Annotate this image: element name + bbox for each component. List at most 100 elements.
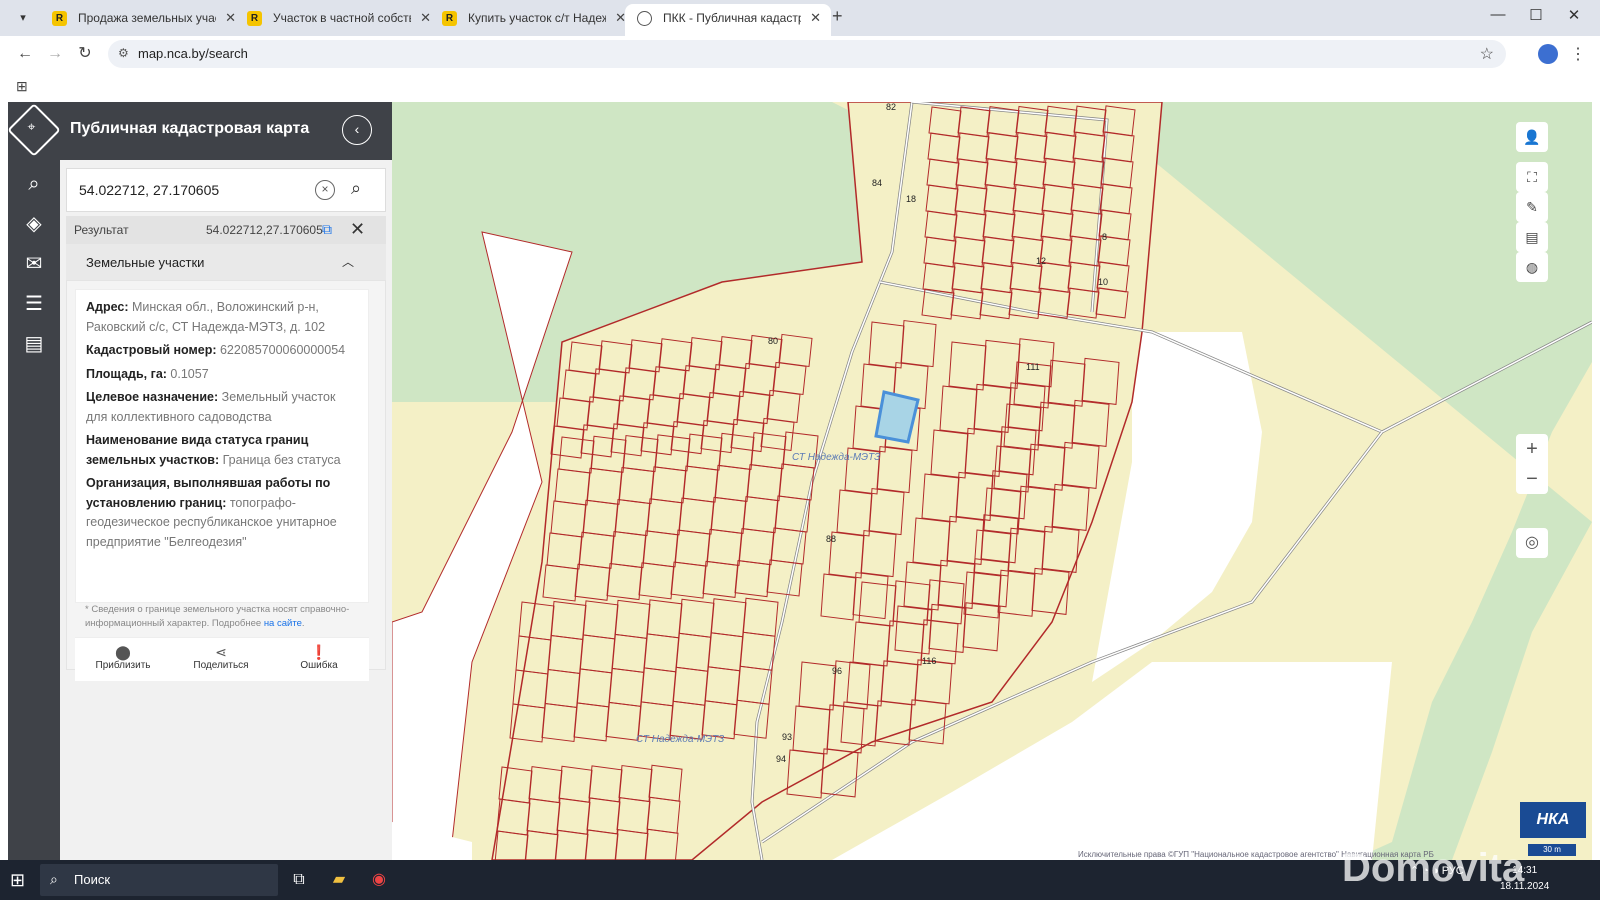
tab-title: Участок в частной собственно: [273, 11, 411, 25]
browser-toolbar: ← → ↻ ⚙ map.nca.by/search ☆: [0, 36, 1600, 72]
report-error-button[interactable]: ❗ Ошибка: [279, 644, 359, 671]
lot-number: 82: [886, 102, 896, 112]
copy-icon[interactable]: ⧉: [322, 221, 332, 238]
window-close-icon[interactable]: ✕: [1564, 6, 1584, 24]
taskbar-search-label: Поиск: [74, 872, 111, 887]
clear-icon[interactable]: ×: [315, 180, 335, 200]
zoom-to-button[interactable]: ⬤ Приблизить: [83, 644, 163, 671]
mail-icon[interactable]: ✉: [20, 250, 48, 278]
user-icon[interactable]: 👤: [1516, 122, 1548, 152]
property-area: Площадь, га: 0.1057: [86, 365, 358, 385]
tab-title: Продажа земельных участков: [78, 11, 216, 25]
taskbar-search[interactable]: ⌕ Поиск: [40, 864, 278, 896]
alert-icon: ❗: [310, 644, 328, 660]
close-icon[interactable]: ✕: [350, 219, 365, 240]
lot-number: 88: [826, 534, 836, 544]
cadastral-map[interactable]: СТ Надежда-МЭТЗ СТ Надежда-МЭТЗ 82 84 18 8 1…: [392, 102, 1592, 860]
side-panel: Публичная кадастровая карта ‹ × ⌕ Резуль…: [60, 102, 392, 860]
globe-icon: [637, 11, 652, 26]
address-bar[interactable]: ⚙ map.nca.by/search ☆: [108, 40, 1506, 68]
lot-number: 84: [872, 178, 882, 188]
minimize-icon[interactable]: —: [1488, 6, 1508, 23]
left-rail: ⌖ ⌕ ◈ ✉ ☰ ▤: [8, 102, 61, 860]
menu-kebab-icon[interactable]: ⋮: [1570, 44, 1586, 64]
measure-icon[interactable]: ✎: [1516, 192, 1548, 222]
zoom-in-button[interactable]: +: [1516, 434, 1548, 464]
logo-icon[interactable]: ⌖: [8, 103, 61, 157]
scale-bar: 30 m: [1528, 844, 1576, 856]
action-label: Ошибка: [300, 660, 338, 671]
forward-icon[interactable]: →: [44, 43, 66, 65]
area-label: СТ Надежда-МЭТЗ: [792, 452, 880, 463]
globe-icon[interactable]: ◍: [1516, 252, 1548, 282]
chevron-up-icon[interactable]: ︿: [342, 253, 354, 270]
note-link[interactable]: на сайте: [264, 618, 302, 629]
card-actions: ⬤ Приблизить ⋖ Поделиться ❗ Ошибка: [75, 637, 369, 681]
browser-tab-active[interactable]: ПКК - Публичная кадастрова ✕: [625, 4, 831, 36]
disclaimer-note: * Сведения о границе земельного участка …: [85, 604, 350, 629]
lot-number: 96: [832, 666, 842, 676]
panel-header: Публичная кадастровая карта ‹: [60, 102, 392, 160]
property-value: Граница без статуса: [222, 452, 341, 467]
page-title: Публичная кадастровая карта: [70, 120, 310, 137]
property-boundary: Наименование вида статуса границ земельн…: [86, 431, 358, 470]
new-tab-icon[interactable]: +: [832, 6, 843, 27]
file-explorer-icon[interactable]: ▰: [324, 866, 354, 894]
action-label: Приблизить: [95, 660, 151, 671]
locate-icon[interactable]: ◎: [1516, 528, 1548, 558]
reload-icon[interactable]: ↻: [74, 43, 96, 65]
search-input[interactable]: [79, 177, 289, 203]
task-view-icon[interactable]: ⧉: [284, 866, 314, 894]
property-value: 0.1057: [170, 366, 209, 381]
profile-icon[interactable]: [1538, 44, 1558, 64]
tab-title: Купить участок с/т Надежда-М: [468, 11, 606, 25]
browser-tab-strip: ▾ R Продажа земельных участков ✕ R Участ…: [0, 0, 1600, 36]
lot-number: 111: [1026, 362, 1040, 372]
maximize-icon[interactable]: ☐: [1526, 6, 1546, 24]
parcel-card: Адрес: Минская обл., Воложинский р-н, Ра…: [66, 280, 386, 681]
apps-grid-icon[interactable]: ⊞: [16, 78, 28, 95]
browser-tab-2[interactable]: R Участок в частной собственно ✕: [235, 4, 441, 36]
search-icon[interactable]: ⌕: [20, 170, 48, 198]
parcel-properties: Адрес: Минская обл., Воложинский р-н, Ра…: [75, 289, 369, 603]
zoom-out-button[interactable]: −: [1516, 464, 1548, 494]
realt-icon: R: [52, 11, 67, 26]
property-cadastre: Кадастровый номер: 622085700060000054: [86, 341, 358, 361]
property-label: Кадастровый номер:: [86, 343, 217, 357]
back-icon[interactable]: ←: [14, 43, 36, 65]
browser-tab-1[interactable]: R Продажа земельных участков ✕: [40, 4, 246, 36]
lot-number: 94: [776, 754, 786, 764]
lot-number: 93: [782, 732, 792, 742]
collapse-panel-button[interactable]: ‹: [342, 115, 372, 145]
property-label: Целевое назначение:: [86, 390, 219, 404]
bookmark-star-icon[interactable]: ☆: [1480, 44, 1494, 64]
document-icon[interactable]: ▤: [20, 330, 48, 358]
search-icon[interactable]: ⌕: [351, 178, 361, 199]
url-text[interactable]: map.nca.by/search: [138, 46, 248, 61]
property-purpose: Целевое назначение: Земельный участок дл…: [86, 388, 358, 427]
share-button[interactable]: ⋖ Поделиться: [181, 644, 261, 671]
realt-icon: R: [442, 11, 457, 26]
fullscreen-icon[interactable]: ⛶: [1516, 162, 1548, 192]
lot-number: 10: [1098, 277, 1108, 287]
lot-number: 80: [768, 336, 778, 346]
browser-tab-3[interactable]: R Купить участок с/т Надежда-М ✕: [430, 4, 636, 36]
section-land-plots[interactable]: Земельные участки ︿: [66, 244, 386, 280]
layers-icon[interactable]: ◈: [20, 210, 48, 238]
property-label: Площадь, га:: [86, 366, 167, 381]
windows-start-icon[interactable]: ⊞: [10, 870, 25, 891]
result-coords: 54.022712,27.170605: [206, 223, 323, 237]
feedback-icon[interactable]: ☰: [20, 290, 48, 318]
tab-list-dropdown-icon[interactable]: ▾: [12, 8, 34, 28]
close-icon[interactable]: ✕: [810, 4, 821, 32]
report-icon[interactable]: ▤: [1516, 222, 1548, 252]
bookmarks-bar: ⊞: [0, 72, 1600, 102]
watermark: Domovita: [1342, 846, 1525, 890]
action-label: Поделиться: [193, 660, 249, 671]
share-icon: ⋖: [215, 644, 227, 660]
nca-logo: НКА: [1520, 802, 1586, 838]
realt-icon: R: [247, 11, 262, 26]
site-info-icon[interactable]: ⚙: [118, 46, 129, 60]
area-label: СТ Надежда-МЭТЗ: [636, 734, 724, 745]
chrome-icon[interactable]: ◉: [364, 866, 394, 894]
